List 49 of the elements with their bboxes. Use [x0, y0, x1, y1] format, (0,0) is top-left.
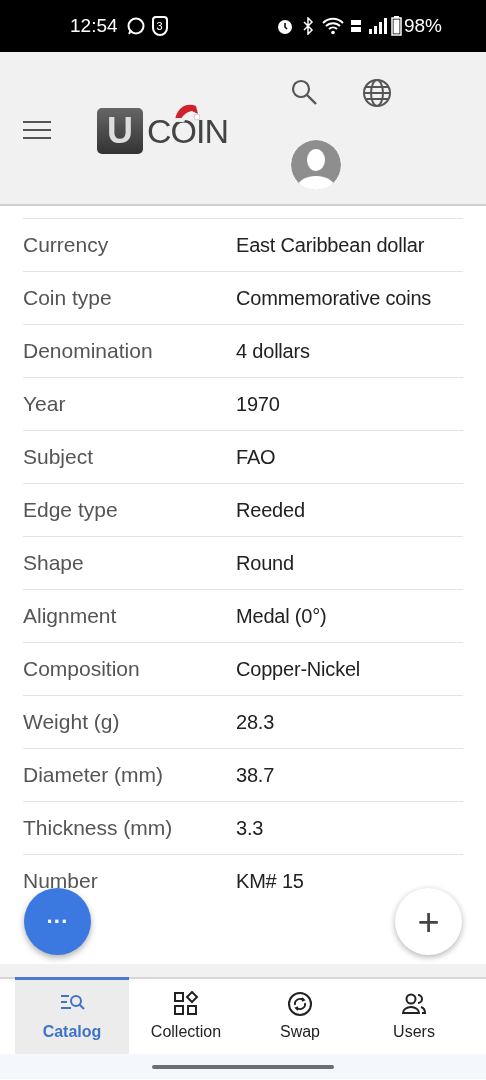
home-indicator[interactable]	[152, 1064, 334, 1069]
field-label: Coin type	[23, 285, 113, 312]
field-value: 1970	[236, 392, 280, 417]
signal-icon	[367, 18, 388, 34]
field-value: KM# 15	[236, 869, 304, 894]
field-label: Subject	[23, 444, 95, 471]
field-label: Diameter (mm)	[23, 762, 164, 789]
chat-icon	[125, 16, 146, 36]
field-value: Commemorative coins	[236, 286, 432, 311]
menu-icon[interactable]	[23, 120, 51, 140]
logo-text: COIN	[147, 114, 228, 148]
field-label: Currency	[23, 232, 110, 259]
field-value: 38.7	[236, 763, 275, 788]
battery-icon	[390, 16, 402, 36]
field-value: Round	[236, 551, 294, 576]
globe-icon[interactable]	[362, 78, 392, 108]
field-label: Shape	[23, 550, 85, 577]
field-value: 28.3	[236, 710, 275, 735]
field-value: Copper-Nickel	[236, 657, 361, 682]
logo-badge: U	[97, 108, 143, 154]
field-value: Medal (0°)	[236, 604, 327, 629]
field-label: Alignment	[23, 603, 118, 630]
field-label: Weight (g)	[23, 709, 121, 736]
wifi-icon	[321, 17, 344, 35]
shapes-icon	[173, 990, 199, 1017]
field-label: Composition	[23, 656, 141, 683]
search-icon[interactable]	[290, 78, 318, 106]
field-value: 3.3	[236, 816, 264, 841]
field-label: Denomination	[23, 338, 154, 365]
notification-badge: 3	[151, 16, 168, 36]
field-value: FAO	[236, 445, 276, 470]
field-label: Edge type	[23, 497, 119, 524]
more-button[interactable]: ···	[24, 888, 91, 955]
swap-icon	[287, 990, 313, 1017]
nav-tab[interactable]: Collection	[129, 977, 243, 1054]
battery-percent: 98%	[403, 13, 442, 38]
field-value: Reeded	[236, 498, 305, 523]
avatar-icon[interactable]	[291, 140, 341, 190]
field-value: 4 dollars	[236, 339, 310, 364]
field-value: East Caribbean dollar	[236, 233, 425, 258]
nav-tab[interactable]: Catalog	[15, 977, 129, 1054]
add-button[interactable]: +	[395, 888, 462, 955]
nav-tab[interactable]: Swap	[243, 977, 357, 1054]
bluetooth-icon	[301, 17, 314, 35]
field-label: Year	[23, 391, 67, 418]
nav-tab[interactable]: Users	[357, 977, 471, 1054]
field-label: Thickness (mm)	[23, 815, 174, 842]
alarm-icon	[275, 17, 294, 35]
clock-time: 12:54	[70, 13, 118, 38]
